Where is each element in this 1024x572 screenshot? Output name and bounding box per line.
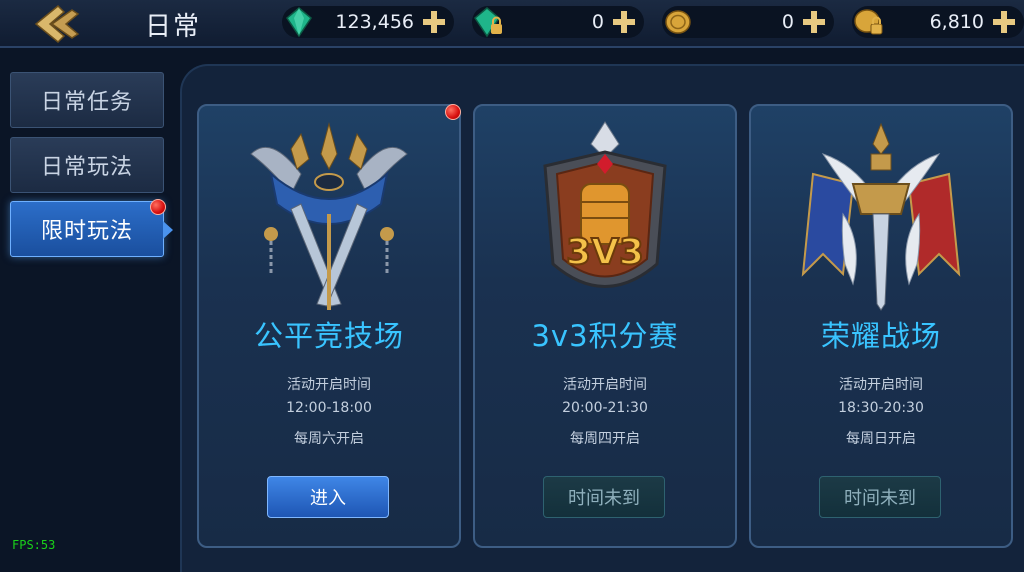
fist-shield-emblem-icon: 3V3 [543, 121, 667, 288]
activity-time-label: 活动开启时间 [287, 377, 371, 393]
activity-day: 每周四开启 [570, 431, 640, 447]
time-not-reached-button[interactable]: 时间未到 [819, 476, 941, 518]
enter-button[interactable]: 进入 [267, 476, 389, 518]
resource-gems: 123,456 [282, 6, 454, 38]
sidebar-item-label: 日常玩法 [40, 155, 133, 180]
activity-title: 3v3积分赛 [531, 319, 679, 353]
activity-title: 荣耀战场 [820, 319, 941, 353]
activity-time-range: 12:00-18:00 [286, 400, 372, 416]
time-not-reached-button[interactable]: 时间未到 [543, 476, 665, 518]
add-locked-coins-button[interactable] [990, 8, 1018, 36]
add-locked-gems-button[interactable] [610, 8, 638, 36]
activity-time-label: 活动开启时间 [563, 377, 647, 393]
gold-coin-icon [665, 10, 691, 34]
resource-locked-gems: 0 [472, 6, 644, 38]
add-gems-button[interactable] [420, 8, 448, 36]
resource-locked-coins: 6,810 [852, 6, 1024, 38]
page-title: 日常 [145, 12, 202, 42]
activity-day: 每周六开启 [294, 431, 364, 447]
gems-value: 123,456 [335, 11, 414, 33]
activity-card-3v3[interactable]: 3V3 3v3积分赛 活动开启时间 20:00-21:30 每周四开启 时间未到 [473, 104, 737, 548]
sidebar-item-daily-modes[interactable]: 日常玩法 [10, 137, 164, 193]
sidebar-item-label: 限时玩法 [40, 219, 133, 244]
activity-time-range: 18:30-20:30 [838, 400, 924, 416]
notification-dot-icon [445, 104, 461, 120]
locked-gem-icon [474, 7, 502, 38]
activity-time-range: 20:00-21:30 [562, 400, 648, 416]
top-bar: 日常 123,456 0 0 6,810 [0, 0, 1024, 48]
activity-day: 每周日开启 [846, 431, 916, 447]
activity-title: 公平竞技场 [253, 319, 404, 353]
notification-dot-icon [150, 199, 166, 215]
locked-coins-value: 6,810 [929, 11, 984, 33]
crossed-swords-emblem-icon [250, 122, 408, 310]
winged-sword-banner-emblem-icon [801, 122, 961, 311]
back-arrow-icon [34, 4, 80, 44]
locked-coin-icon [854, 9, 883, 35]
activity-time-label: 活动开启时间 [839, 377, 923, 393]
fps-counter: FPS:53 [12, 538, 56, 552]
resource-coins: 0 [662, 6, 834, 38]
activity-card-fair-arena[interactable]: 公平竞技场 活动开启时间 12:00-18:00 每周六开启 进入 [197, 104, 461, 548]
activity-card-glory-battlefield[interactable]: 荣耀战场 活动开启时间 18:30-20:30 每周日开启 时间未到 [749, 104, 1013, 548]
back-button[interactable] [30, 2, 86, 46]
locked-gems-value: 0 [591, 11, 604, 33]
green-gem-icon [286, 7, 312, 38]
coins-value: 0 [781, 11, 794, 33]
sidebar-item-daily-tasks[interactable]: 日常任务 [10, 72, 164, 128]
active-indicator-arrow-icon [163, 221, 173, 239]
sidebar-item-label: 日常任务 [40, 90, 133, 115]
add-coins-button[interactable] [800, 8, 828, 36]
emblem-3v3-text: 3V3 [566, 232, 644, 273]
sidebar-item-limited-modes[interactable]: 限时玩法 [10, 199, 173, 257]
